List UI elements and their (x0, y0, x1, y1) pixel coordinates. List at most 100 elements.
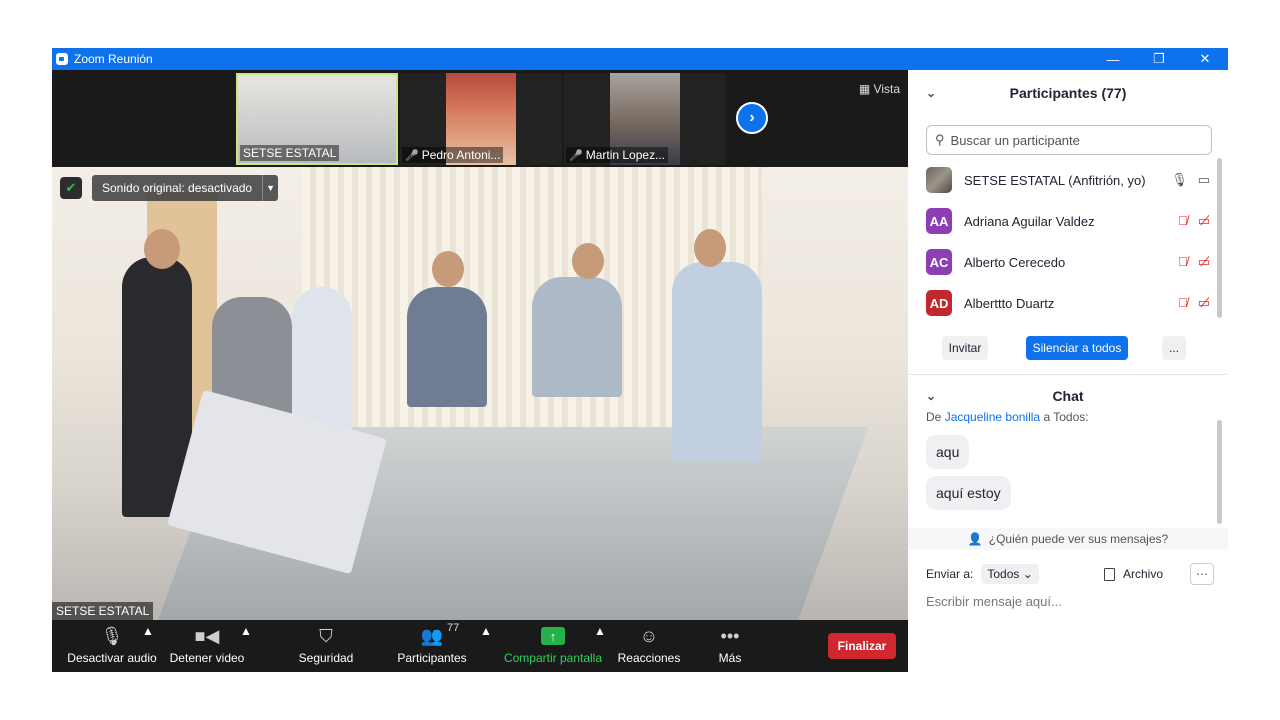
person-shield-icon: 👤 (967, 532, 983, 546)
thumbnail-pedro[interactable]: 🎤 Pedro Antoni... (400, 73, 562, 165)
main-video-name: SETSE ESTATAL (52, 602, 154, 620)
view-button[interactable]: ▦ Vista (859, 82, 900, 96)
recipient-value: Todos (987, 567, 1020, 581)
video-camera-icon: ■◀ (194, 625, 220, 646)
original-sound-label: Sonido original: desactivado (102, 181, 253, 195)
chat-message: aquí estoy (926, 476, 1011, 510)
thumbnail-name: SETSE ESTATAL (240, 145, 340, 161)
chat-sender-line: De Jacqueline bonilla a Todos: (926, 410, 1089, 424)
participant-row[interactable]: AD Alberttto Duartz 🎙̸ ▭̸ (926, 283, 1210, 323)
chat-header: ⌄ Chat (908, 384, 1228, 408)
grid-icon: ▦ (858, 82, 871, 96)
next-page-button[interactable]: › (736, 102, 768, 134)
avatar: AD (926, 290, 952, 316)
reactions-button[interactable]: ☺ Reacciones (616, 624, 682, 670)
share-screen-button[interactable]: ↑ Compartir pantalla (500, 624, 606, 670)
restore-button[interactable]: ❐ (1136, 48, 1182, 70)
video-camera-icon[interactable]: ▭ (1198, 172, 1210, 188)
chat-scrollbar[interactable] (1217, 420, 1222, 524)
security-button[interactable]: ⛉ Seguridad (292, 624, 360, 670)
invite-button[interactable]: Invitar (942, 336, 988, 360)
participants-button[interactable]: 👥 Participantes (392, 624, 472, 670)
who-can-see-label: ¿Quién puede ver sus mensajes? (988, 532, 1169, 546)
participant-row[interactable]: AC Alberto Cerecedo 🎙̸ ▭̸ (926, 242, 1210, 282)
video-person (144, 229, 180, 269)
mic-muted-icon: 🎤 (569, 150, 583, 162)
recipient-select[interactable]: Todos ⌄ (981, 564, 1039, 584)
more-dots-icon: ••• (720, 625, 740, 646)
participant-row[interactable]: SETSE ESTATAL (Anfitrión, yo) 🎙 ▭ (926, 160, 1210, 200)
collapse-chevron-icon[interactable]: ⌄ (926, 384, 936, 408)
mic-muted-icon[interactable]: 🎙̸ (1178, 295, 1188, 311)
video-off-icon[interactable]: ▭̸ (1198, 295, 1210, 311)
participant-name: Alberto Cerecedo (964, 254, 1066, 270)
thumbnail-martin[interactable]: 🎤 Martin Lopez... (564, 73, 726, 165)
video-person (432, 251, 464, 287)
search-icon: ⚲ (935, 132, 945, 147)
participants-options-chevron-icon[interactable]: ▲ (480, 624, 492, 670)
more-button[interactable]: ••• Más (708, 624, 752, 670)
participant-name: SETSE ESTATAL (Anfitrión, yo) (964, 172, 1146, 188)
video-off-icon[interactable]: ▭̸ (1198, 254, 1210, 270)
participant-search-input[interactable]: ⚲ Buscar un participante (926, 125, 1212, 155)
share-screen-icon: ↑ (541, 627, 565, 645)
participant-name: Alberttto Duartz (964, 295, 1055, 311)
reactions-icon: ☺ (639, 625, 659, 646)
chevron-down-icon: ⌄ (1022, 567, 1033, 581)
avatar: AA (926, 208, 952, 234)
window-title: Zoom Reunión (74, 52, 153, 66)
reactions-label: Reacciones (617, 651, 681, 665)
participants-more-button[interactable]: ... (1162, 336, 1186, 360)
participants-title: Participantes (77) (1009, 85, 1127, 101)
file-label: Archivo (1123, 567, 1164, 581)
more-label: Más (718, 651, 742, 665)
zoom-logo-icon (56, 53, 68, 65)
file-icon (1104, 567, 1115, 581)
collapse-chevron-icon[interactable]: ⌄ (926, 81, 936, 105)
chat-sender-name[interactable]: Jacqueline bonilla (945, 410, 1040, 424)
chat-recipient: a Todos: (1043, 410, 1089, 424)
chat-message-input[interactable]: Escribir mensaje aquí... (926, 594, 1062, 609)
end-meeting-button[interactable]: Finalizar (828, 633, 896, 659)
chat-more-button[interactable]: ⋯ (1190, 563, 1214, 585)
minimize-button[interactable]: — (1090, 48, 1136, 70)
security-shield-icon[interactable]: ✔ (60, 177, 82, 199)
audio-options-chevron-icon[interactable]: ▲ (142, 624, 154, 670)
close-button[interactable]: ✕ (1182, 48, 1228, 70)
zoom-window: Zoom Reunión — ❐ ✕ SETSE ESTATAL 🎤 Pedro … (52, 48, 1228, 672)
divider (908, 374, 1228, 375)
search-placeholder: Buscar un participante (950, 132, 1080, 148)
stop-video-button[interactable]: ■◀ Detener video (166, 624, 248, 670)
shield-icon: ⛉ (319, 625, 333, 646)
video-off-icon[interactable]: ▭̸ (1198, 213, 1210, 229)
who-can-see-link[interactable]: 👤 ¿Quién puede ver sus mensajes? (908, 528, 1228, 550)
participants-count: 77 (447, 622, 460, 634)
chat-title: Chat (1052, 388, 1084, 404)
avatar: AC (926, 249, 952, 275)
video-person (672, 262, 762, 462)
main-video: ✔ Sonido original: desactivado ▼ SETSE E… (52, 167, 908, 620)
share-options-chevron-icon[interactable]: ▲ (594, 624, 606, 670)
meeting-toolbar: 🎙 Desactivar audio ▲ ■◀ Detener video ▲ … (52, 620, 908, 672)
thumbnail-name: 🎤 Pedro Antoni... (402, 147, 504, 163)
mute-all-button[interactable]: Silenciar a todos (1026, 336, 1128, 360)
thumbnail-name: 🎤 Martin Lopez... (566, 147, 669, 163)
chevron-down-icon[interactable]: ▼ (262, 175, 278, 201)
thumbnail-setse[interactable]: SETSE ESTATAL (236, 73, 398, 165)
video-person (407, 287, 487, 407)
avatar (926, 167, 952, 193)
participants-scrollbar[interactable] (1217, 158, 1222, 318)
video-options-chevron-icon[interactable]: ▲ (240, 624, 252, 670)
mic-muted-icon[interactable]: 🎙̸ (1178, 254, 1188, 270)
participant-row[interactable]: AA Adriana Aguilar Valdez 🎙̸ ▭̸ (926, 201, 1210, 241)
side-panel: ⌄ Participantes (77) ⚲ Buscar un partici… (908, 70, 1228, 672)
participants-label: Participantes (397, 651, 467, 665)
video-person (694, 229, 726, 267)
mic-muted-icon[interactable]: 🎙̸ (1178, 213, 1188, 229)
original-sound-button[interactable]: Sonido original: desactivado ▼ (92, 175, 279, 201)
security-label: Seguridad (298, 651, 354, 665)
send-to-label: Enviar a: (926, 567, 974, 581)
thumbnail-strip: SETSE ESTATAL 🎤 Pedro Antoni... 🎤 Martin L… (52, 70, 908, 166)
file-button[interactable]: Archivo (1104, 567, 1163, 581)
microphone-icon[interactable]: 🎙 (1171, 172, 1188, 188)
